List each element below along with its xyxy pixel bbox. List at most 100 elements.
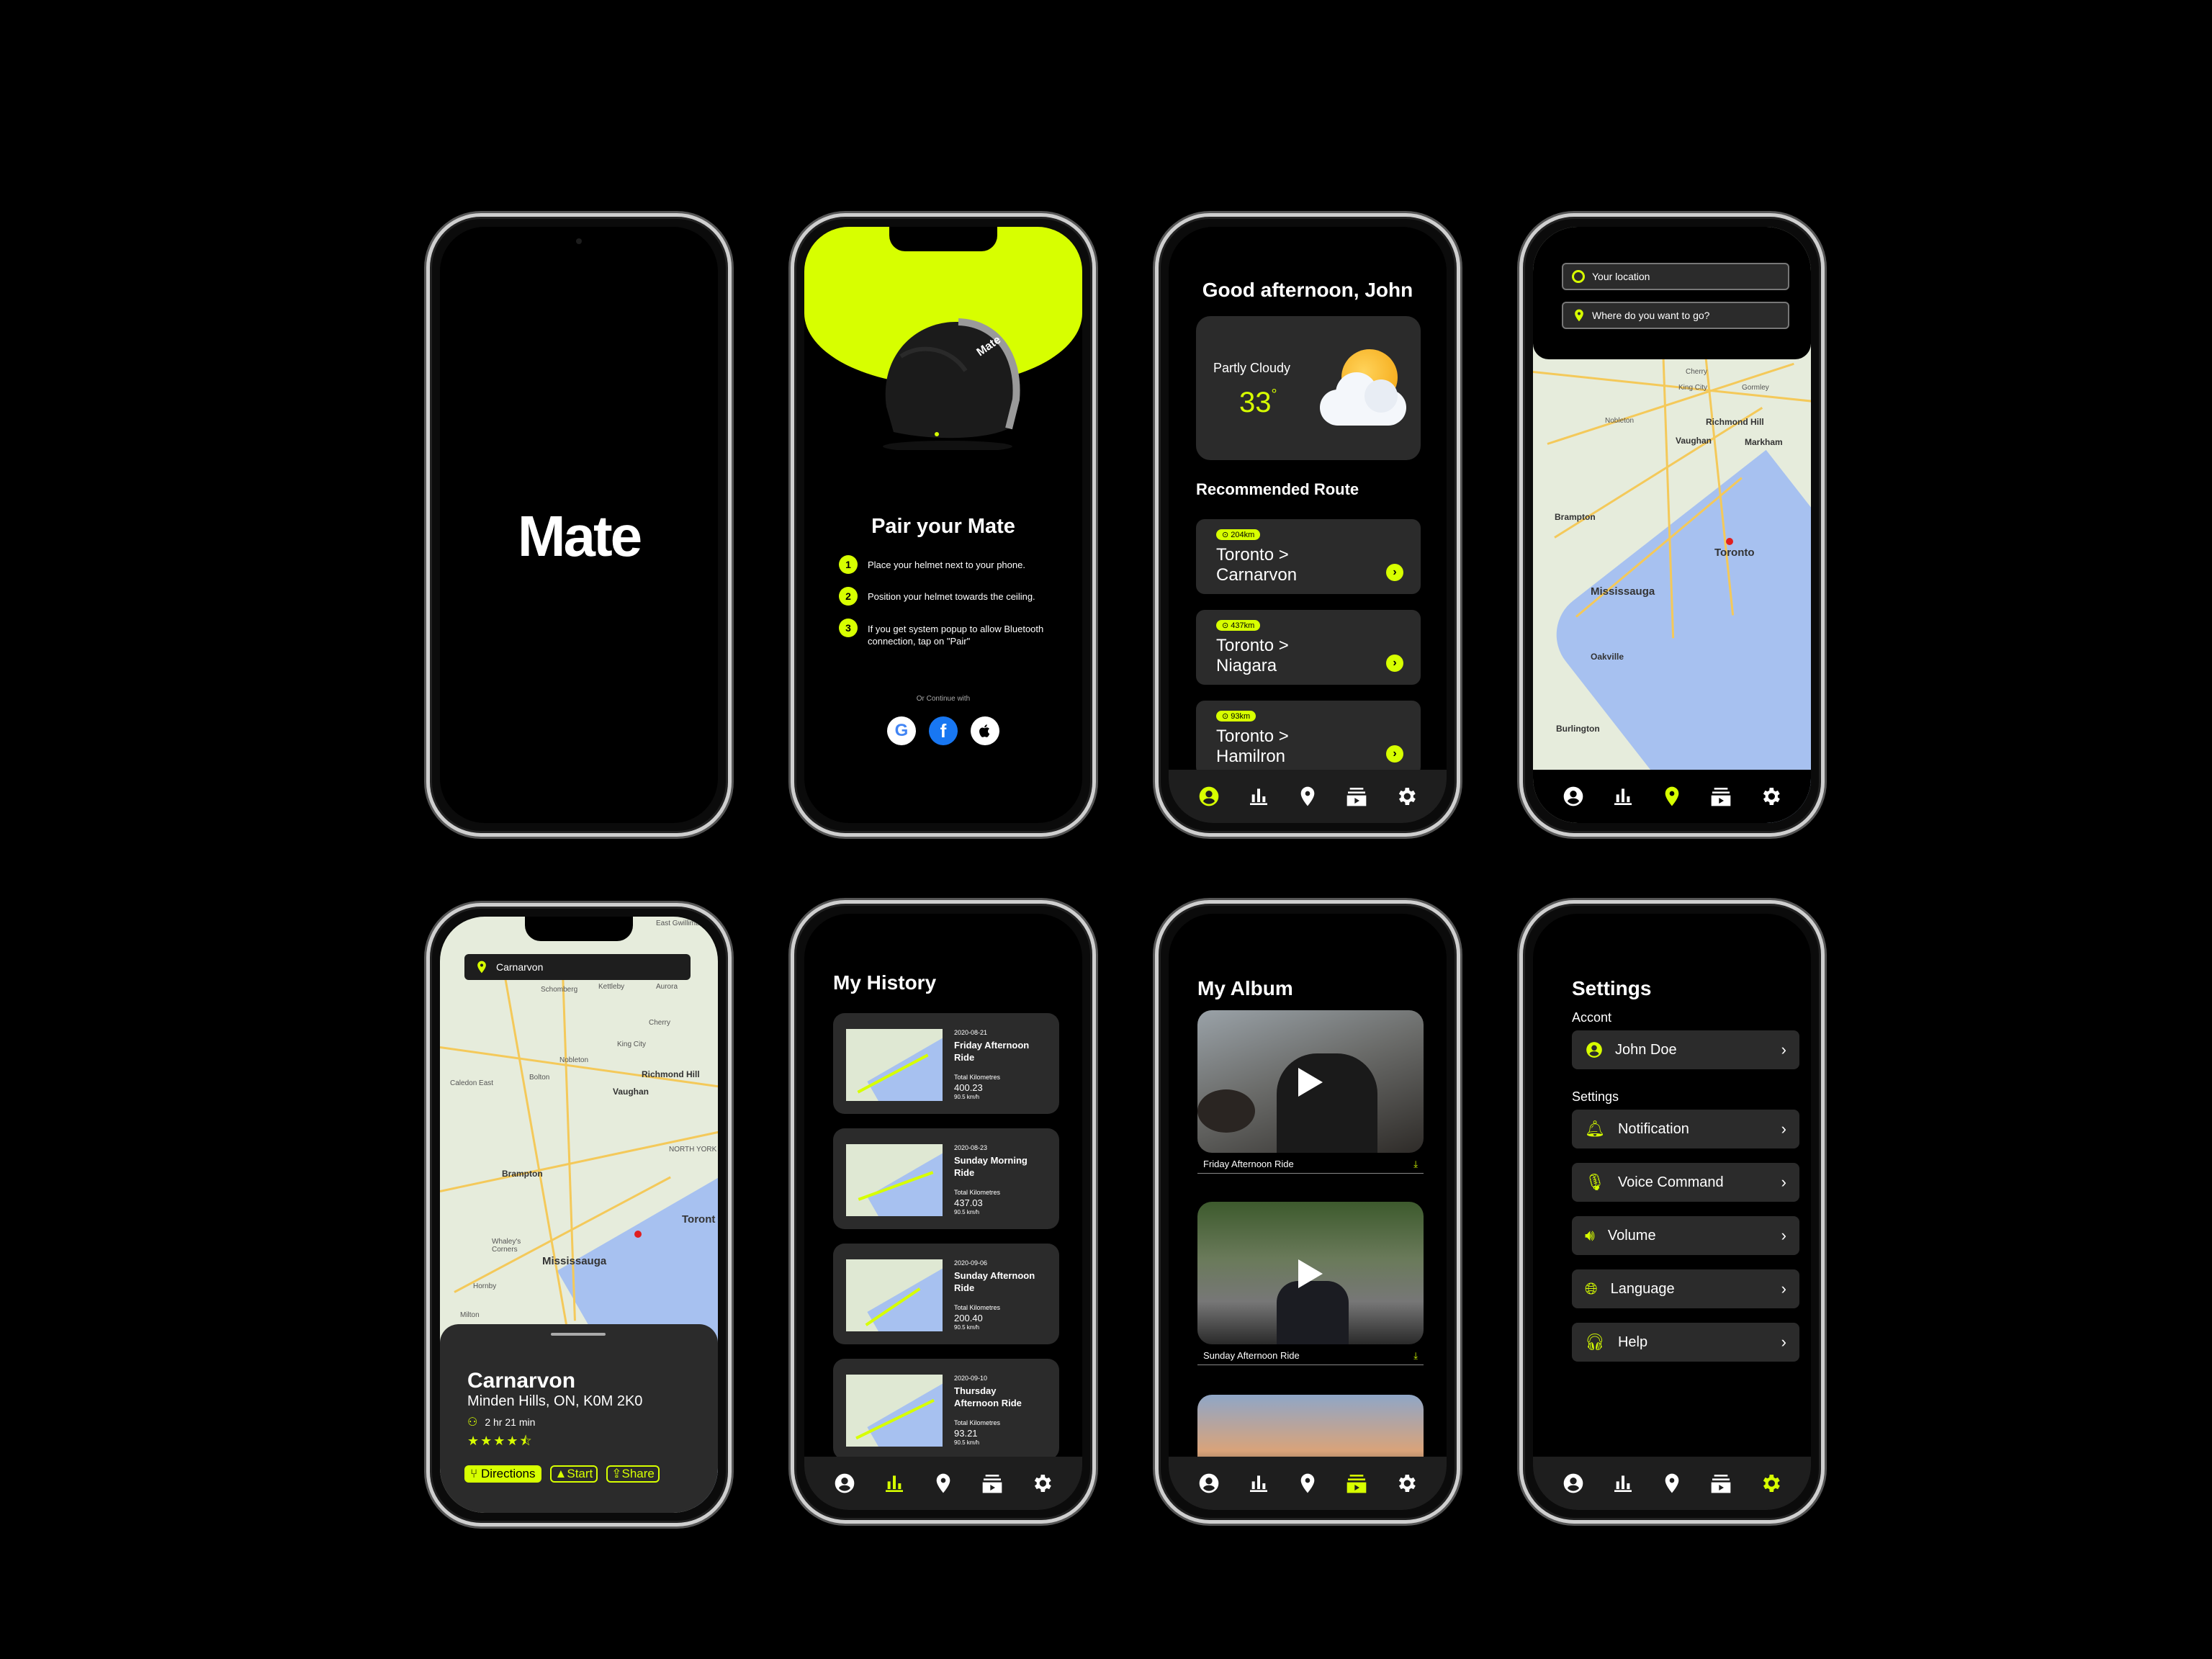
album-title: My Album — [1197, 977, 1293, 999]
album-icon[interactable] — [979, 1470, 1006, 1497]
settings-screen: Settings Accont John Doe › Settings 🔔︎ N… — [1533, 914, 1811, 1510]
profile-icon[interactable] — [831, 1470, 858, 1497]
chevron-right-icon: › — [1781, 1120, 1786, 1138]
route-card[interactable]: ⊙ 437km Toronto > Niagara › — [1196, 610, 1421, 685]
map-pin-icon[interactable] — [1658, 1470, 1686, 1497]
map-label: Toront — [682, 1213, 716, 1226]
location-marker — [1726, 538, 1733, 545]
album-icon[interactable] — [1343, 1470, 1370, 1497]
ride-name: Sunday Afternoon Ride — [954, 1270, 1035, 1293]
app-logo: Mate — [517, 504, 642, 568]
video-thumbnail[interactable] — [1197, 1202, 1424, 1344]
help-row[interactable]: 🎧︎ Help › — [1572, 1323, 1799, 1362]
ride-card[interactable]: 2020-08-21 Friday Afternoon Ride Total K… — [833, 1013, 1059, 1114]
stats-icon[interactable] — [1609, 1470, 1637, 1497]
stats-icon[interactable] — [881, 1470, 908, 1497]
ride-card[interactable]: 2020-08-23 Sunday Morning Ride Total Kil… — [833, 1128, 1059, 1229]
stats-icon[interactable] — [1245, 1470, 1272, 1497]
map-label: Schomberg — [541, 986, 578, 994]
profile-icon[interactable] — [1560, 783, 1587, 810]
notification-row[interactable]: 🔔︎ Notification › — [1572, 1110, 1799, 1148]
profile-icon[interactable] — [1560, 1470, 1587, 1497]
video-thumbnail[interactable] — [1197, 1010, 1424, 1153]
stats-icon[interactable] — [1245, 783, 1272, 810]
step-item: 1 Place your helmet next to your phone. — [839, 555, 1068, 574]
weather-card: Partly Cloudy 33° — [1196, 316, 1421, 460]
stats-icon[interactable] — [1609, 783, 1637, 810]
volume-row[interactable]: 🔊︎ Volume › — [1572, 1216, 1799, 1255]
voice-command-row[interactable]: 🎙︎ Voice Command › — [1572, 1163, 1799, 1202]
sheet-handle[interactable] — [551, 1333, 606, 1336]
setting-label: Language — [1610, 1280, 1675, 1297]
location-marker — [634, 1231, 642, 1238]
apple-icon[interactable] — [971, 716, 999, 745]
map-pin-icon[interactable] — [1294, 1470, 1321, 1497]
social-login-row: G f — [804, 716, 1082, 745]
total-km-label: Total Kilometres — [954, 1304, 1001, 1311]
gear-icon[interactable] — [1757, 783, 1784, 810]
start-button[interactable]: ▲Start — [549, 1465, 598, 1483]
google-icon[interactable]: G — [887, 716, 916, 745]
your-location-text: Your location — [1592, 271, 1650, 282]
your-location-field[interactable]: Your location — [1562, 263, 1789, 290]
place-search-field[interactable]: Carnarvon — [464, 954, 691, 980]
arrow-right-icon[interactable]: › — [1386, 564, 1403, 581]
play-icon[interactable] — [1298, 1259, 1323, 1288]
route-card[interactable]: ⊙ 204km Toronto > Carnarvon › — [1196, 519, 1421, 594]
duration-text: 2 hr 21 min — [485, 1416, 536, 1428]
map-label: Milton — [460, 1311, 480, 1319]
facebook-icon[interactable]: f — [929, 716, 958, 745]
gear-icon[interactable] — [1393, 1470, 1420, 1497]
gear-icon[interactable] — [1757, 1470, 1784, 1497]
map-pin-icon[interactable] — [1294, 783, 1321, 810]
album-icon[interactable] — [1343, 783, 1370, 810]
setting-label: Help — [1617, 1334, 1648, 1350]
map-label: Markham — [1745, 437, 1783, 447]
map-label: Vaughan — [613, 1087, 649, 1097]
account-name: John Doe — [1615, 1041, 1677, 1058]
share-button[interactable]: ⇪Share — [606, 1465, 660, 1483]
gear-icon[interactable] — [1393, 783, 1420, 810]
ride-map-thumbnail — [846, 1375, 943, 1447]
bottom-nav — [1533, 770, 1811, 823]
album-screen: My Album Friday Afternoon Ride ⤓ Sunday … — [1169, 914, 1447, 1510]
chevron-right-icon: › — [1781, 1040, 1786, 1058]
arrow-right-icon[interactable]: › — [1386, 655, 1403, 672]
play-icon[interactable] — [1298, 1068, 1323, 1097]
arrow-right-icon[interactable]: › — [1386, 745, 1403, 763]
total-km-label: Total Kilometres — [954, 1419, 1001, 1426]
total-km-label: Total Kilometres — [954, 1189, 1001, 1196]
motorcycle-icon: ⚇ — [467, 1416, 478, 1429]
map-label: Cherry — [649, 1019, 671, 1027]
step-number: 2 — [839, 587, 858, 606]
map-pin-icon[interactable] — [1658, 783, 1686, 810]
map-pin-icon[interactable] — [930, 1470, 957, 1497]
language-row[interactable]: 🌐︎ Language › — [1572, 1269, 1799, 1308]
ride-speed: 90.5 km/h — [954, 1094, 980, 1100]
route-to: Niagara — [1216, 656, 1277, 675]
map-screen: King City Nobleton Cherry Gormley Richmo… — [1533, 227, 1811, 823]
download-icon[interactable]: ⤓ — [1413, 1350, 1418, 1362]
video-caption-row: Sunday Afternoon Ride ⤓ — [1197, 1349, 1424, 1365]
ride-card[interactable]: 2020-09-10 Thursday Afternoon Ride Total… — [833, 1359, 1059, 1460]
account-row[interactable]: John Doe › — [1572, 1030, 1799, 1069]
ride-map-thumbnail — [846, 1144, 943, 1216]
ride-speed: 90.5 km/h — [954, 1209, 980, 1215]
profile-icon[interactable] — [1195, 1470, 1223, 1497]
destination-field[interactable]: Where do you want to go? — [1562, 302, 1789, 329]
album-icon[interactable] — [1707, 783, 1735, 810]
gear-icon[interactable] — [1028, 1470, 1056, 1497]
pair-screen: Mate Pair your Mate 1 Place your helmet … — [804, 227, 1082, 823]
download-icon[interactable]: ⤓ — [1413, 1159, 1418, 1170]
distance-badge: ⊙ 204km — [1216, 529, 1261, 540]
ride-card[interactable]: 2020-09-06 Sunday Afternoon Ride Total K… — [833, 1244, 1059, 1344]
directions-button[interactable]: ⑂ Directions — [464, 1465, 541, 1483]
distance-badge: ⊙ 93km — [1216, 711, 1256, 721]
destination-placeholder: Where do you want to go? — [1592, 310, 1710, 321]
map-label: Richmond Hill — [642, 1069, 700, 1079]
ride-name: Thursday Afternoon Ride — [954, 1385, 1022, 1408]
account-section-label: Accont — [1572, 1010, 1612, 1025]
route-card[interactable]: ⊙ 93km Toronto > Hamilron › — [1196, 701, 1421, 775]
album-icon[interactable] — [1707, 1470, 1735, 1497]
profile-icon[interactable] — [1195, 783, 1223, 810]
